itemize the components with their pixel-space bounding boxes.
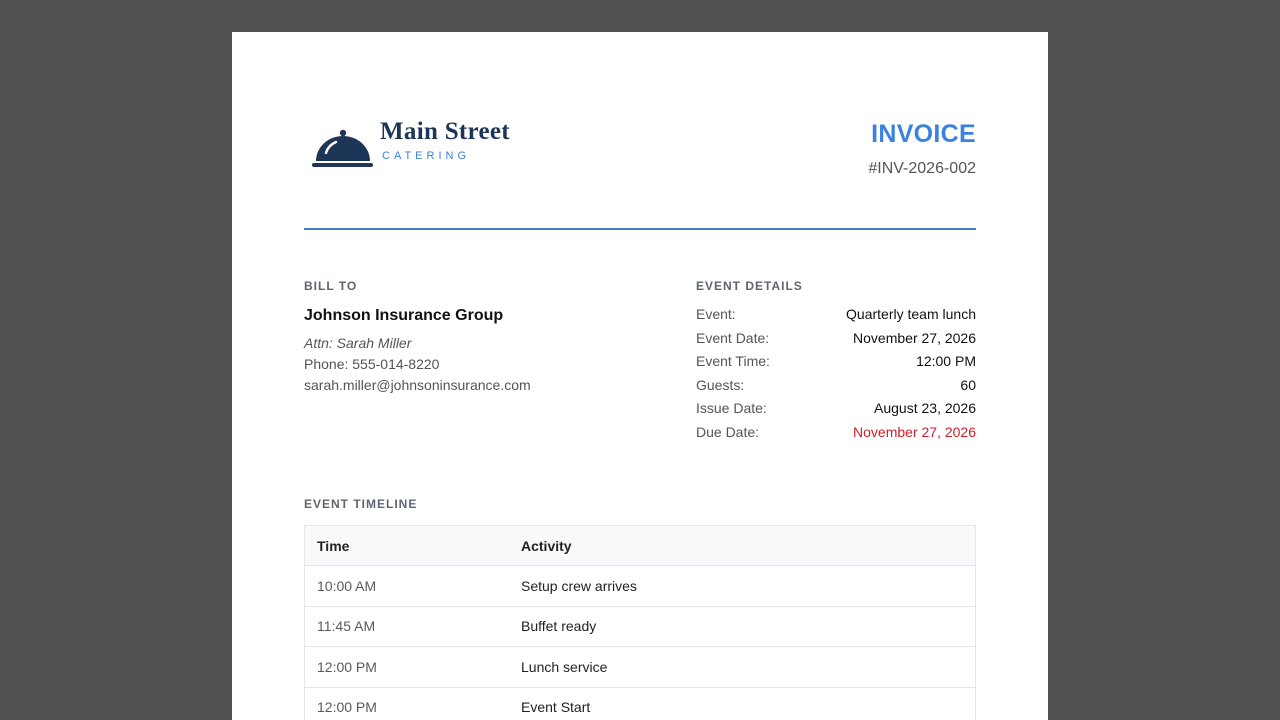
detail-row-due-date: Due Date: November 27, 2026 xyxy=(696,424,976,448)
detail-row-issue-date: Issue Date: August 23, 2026 xyxy=(696,400,976,424)
table-row: 11:45 AM Buffet ready xyxy=(304,606,976,647)
time-cell: 11:45 AM xyxy=(304,606,509,647)
detail-label: Event Time: xyxy=(696,353,770,370)
activity-cell: Buffet ready xyxy=(509,606,976,647)
brand-name: Main Street xyxy=(380,118,510,145)
cloche-icon xyxy=(312,129,373,167)
bill-to-email: sarah.miller@johnsoninsurance.com xyxy=(304,377,531,393)
detail-value: 12:00 PM xyxy=(916,353,976,370)
detail-row-event-date: Event Date: November 27, 2026 xyxy=(696,330,976,354)
bill-to-phone: Phone: 555-014-8220 xyxy=(304,356,440,372)
detail-label: Event: xyxy=(696,306,736,322)
bill-to-attn: Attn: Sarah Miller xyxy=(304,335,412,351)
event-details-label: EVENT DETAILS xyxy=(696,279,803,293)
activity-cell: Event Start xyxy=(509,687,976,720)
table-row: 12:00 PM Event Start xyxy=(304,687,976,720)
bill-to-label: BILL TO xyxy=(304,279,358,293)
header-divider xyxy=(304,228,976,230)
activity-cell: Setup crew arrives xyxy=(509,565,976,607)
event-timeline-label: EVENT TIMELINE xyxy=(304,497,418,511)
detail-value: August 23, 2026 xyxy=(874,400,976,417)
event-timeline-table: Time Activity 10:00 AM Setup crew arrive… xyxy=(304,525,976,720)
invoice-number: #INV-2026-002 xyxy=(868,160,976,177)
detail-label: Issue Date: xyxy=(696,400,767,417)
brand-subtitle: CATERING xyxy=(382,150,471,162)
activity-cell: Lunch service xyxy=(509,646,976,688)
detail-value: November 27, 2026 xyxy=(853,329,976,346)
column-header-time: Time xyxy=(304,525,509,566)
detail-row-event-time: Event Time: 12:00 PM xyxy=(696,353,976,377)
column-header-activity: Activity xyxy=(509,525,976,566)
time-cell: 12:00 PM xyxy=(304,687,509,720)
detail-row-guests: Guests: 60 xyxy=(696,377,976,401)
detail-label: Event Date: xyxy=(696,329,770,346)
time-cell: 12:00 PM xyxy=(304,646,509,688)
event-details-list: Event: Quarterly team lunch Event Date: … xyxy=(696,306,976,448)
detail-value: Quarterly team lunch xyxy=(846,306,976,322)
invoice-title: INVOICE xyxy=(871,120,976,148)
time-cell: 10:00 AM xyxy=(304,565,509,607)
detail-label: Due Date: xyxy=(696,423,760,440)
table-row: 12:00 PM Lunch service xyxy=(304,646,976,688)
bill-to-company: Johnson Insurance Group xyxy=(304,307,504,324)
table-header-row: Time Activity xyxy=(304,525,976,566)
detail-label: Guests: xyxy=(696,376,745,393)
invoice-page: Main Street CATERING INVOICE #INV-2026-0… xyxy=(232,32,1048,720)
detail-value: 60 xyxy=(960,376,976,393)
due-date-value: November 27, 2026 xyxy=(853,423,976,440)
detail-row-event: Event: Quarterly team lunch xyxy=(696,306,976,330)
table-row: 10:00 AM Setup crew arrives xyxy=(304,565,976,607)
